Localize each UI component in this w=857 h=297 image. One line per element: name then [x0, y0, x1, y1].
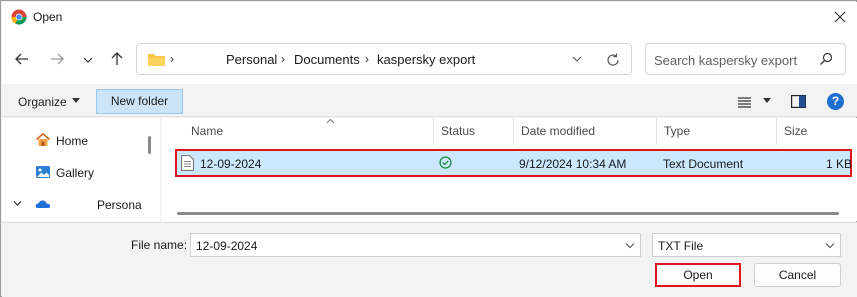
file-name-cell: 12-09-2024 — [200, 157, 262, 171]
sidebar-item-label: Persona — [97, 198, 142, 212]
horizontal-scrollbar[interactable] — [177, 212, 839, 215]
up-arrow-icon[interactable] — [108, 50, 126, 68]
breadcrumb-separator: › — [170, 52, 174, 66]
address-history-chevron-icon[interactable] — [571, 54, 583, 64]
search-placeholder: Search kaspersky export — [654, 53, 798, 68]
chevron-down-icon[interactable] — [13, 200, 22, 207]
breadcrumb-separator: › — [281, 52, 285, 66]
sidebar-item-label: Gallery — [56, 166, 95, 180]
type-cell: Text Document — [663, 157, 744, 171]
onedrive-icon — [35, 200, 51, 208]
open-dialog: Open › Personal › Documents › kaspersky … — [0, 0, 857, 297]
command-toolbar: Organize New folder ? — [2, 84, 857, 117]
file-list: Name Status Date modified Type Size 12-0… — [162, 118, 857, 221]
chrome-app-icon — [11, 9, 27, 25]
navigation-pane-scrollbar[interactable] — [148, 136, 151, 154]
open-button[interactable]: Open — [655, 263, 741, 287]
close-icon[interactable] — [831, 8, 849, 26]
file-name-value: 12-09-2024 — [196, 239, 258, 253]
file-name-area: File name: 12-09-2024 TXT File Open Canc… — [2, 222, 857, 297]
preview-pane-icon[interactable] — [791, 95, 806, 108]
size-cell: 1 KB — [826, 157, 853, 171]
sort-ascending-icon — [326, 118, 335, 124]
new-folder-button[interactable]: New folder — [96, 89, 183, 114]
column-header-size[interactable]: Size — [777, 118, 852, 145]
column-header-status[interactable]: Status — [434, 118, 514, 145]
file-name-label: File name: — [131, 238, 188, 252]
navigation-bar: › Personal › Documents › kaspersky expor… — [2, 32, 857, 84]
breadcrumb-documents[interactable]: Documents — [294, 52, 360, 67]
caret-down-icon[interactable] — [763, 98, 771, 104]
navigation-pane: Home Gallery Persona — [2, 118, 160, 221]
gallery-icon — [36, 166, 50, 178]
column-header-name[interactable]: Name — [184, 118, 434, 145]
column-header-date-modified[interactable]: Date modified — [514, 118, 657, 145]
text-file-icon — [181, 155, 194, 171]
help-icon[interactable]: ? — [827, 93, 844, 110]
breadcrumb-separator: › — [365, 52, 369, 66]
sidebar-item-personal[interactable]: Persona — [2, 191, 160, 217]
chevron-down-icon[interactable] — [625, 242, 635, 249]
file-row[interactable]: 12-09-2024 9/12/2024 10:34 AM Text Docum… — [175, 149, 852, 177]
folder-icon — [148, 54, 165, 66]
recent-locations-chevron-icon[interactable] — [81, 51, 95, 69]
breadcrumb-personal[interactable]: Personal — [226, 52, 277, 67]
synced-check-icon — [439, 156, 452, 169]
window-title: Open — [33, 10, 63, 24]
caret-down-icon[interactable] — [72, 98, 80, 104]
back-arrow-icon[interactable] — [13, 50, 31, 68]
file-name-input[interactable]: 12-09-2024 — [190, 233, 641, 257]
search-box[interactable]: Search kaspersky export — [645, 43, 846, 75]
title-bar: Open — [2, 2, 857, 32]
sidebar-item-label: Home — [56, 134, 89, 148]
search-icon[interactable] — [819, 52, 833, 66]
refresh-icon[interactable] — [605, 52, 621, 68]
breadcrumb-kaspersky-export[interactable]: kaspersky export — [377, 52, 475, 67]
sidebar-item-home[interactable]: Home — [2, 127, 160, 153]
home-icon — [35, 132, 51, 146]
forward-arrow-icon[interactable] — [48, 50, 66, 68]
organize-menu[interactable]: Organize — [18, 95, 67, 109]
chevron-down-icon[interactable] — [825, 242, 835, 249]
date-modified-cell: 9/12/2024 10:34 AM — [519, 157, 627, 171]
cancel-button[interactable]: Cancel — [754, 263, 841, 287]
file-type-value: TXT File — [658, 239, 704, 253]
file-type-select[interactable]: TXT File — [652, 233, 841, 257]
view-options-icon[interactable] — [738, 97, 751, 108]
address-bar[interactable]: › Personal › Documents › kaspersky expor… — [136, 43, 632, 75]
sidebar-item-gallery[interactable]: Gallery — [2, 159, 160, 185]
column-header-type[interactable]: Type — [657, 118, 777, 145]
